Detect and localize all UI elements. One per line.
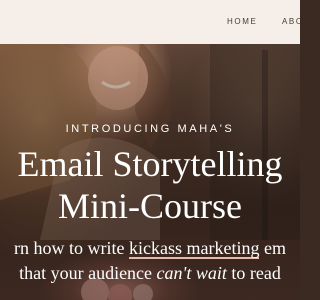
subtitle-italic-text: can't wait	[156, 263, 227, 283]
hero-kicker: INTRODUCING MAHA'S	[65, 123, 235, 135]
hero-subtitle-line2: that your audience can't wait to read	[0, 262, 300, 284]
hero-title-line2: Mini-Course	[58, 186, 242, 226]
top-nav: HOME ABO	[0, 0, 300, 44]
nav-about-link[interactable]: ABO	[282, 17, 300, 26]
landing-page: HOME ABO INTRODUCING MAHA'S Email Storyt…	[0, 0, 300, 300]
subtitle-text: em	[259, 238, 286, 258]
subtitle-text: that your audience	[19, 263, 157, 283]
nav-home-link[interactable]: HOME	[227, 17, 257, 26]
hero-title-line1: Email Storytelling	[17, 144, 283, 184]
subtitle-underlined-text: kickass marketing	[129, 238, 260, 259]
subtitle-text: rn how to write	[14, 238, 129, 258]
hero-subtitle-line1: rn how to write kickass marketing em	[0, 237, 300, 259]
subtitle-text: to read	[226, 263, 281, 283]
